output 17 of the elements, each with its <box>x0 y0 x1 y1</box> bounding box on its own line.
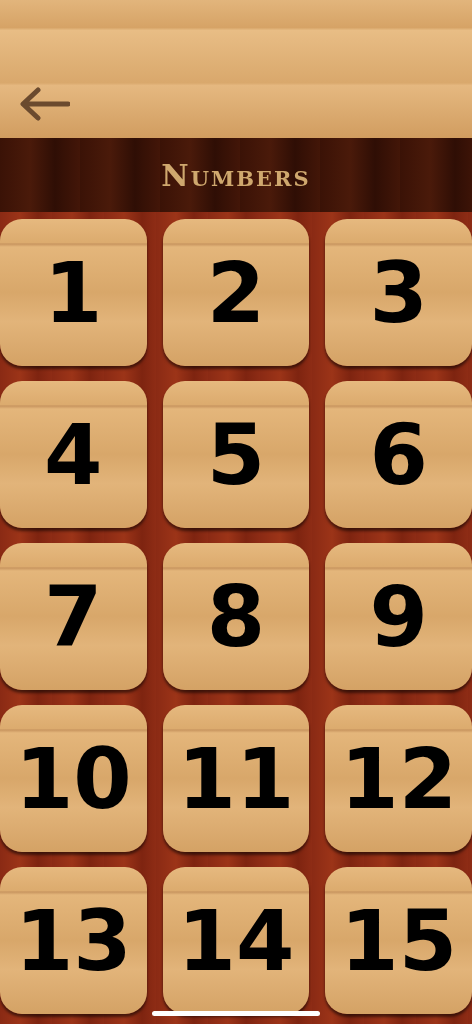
number-tile[interactable]: 4 <box>0 381 147 528</box>
number-tile[interactable]: 11 <box>162 705 310 852</box>
number-tile[interactable]: 14 <box>162 867 310 1014</box>
number-tile[interactable]: 1 <box>0 219 147 366</box>
number-tile[interactable]: 7 <box>0 543 147 690</box>
number-tile[interactable]: 5 <box>162 381 310 528</box>
page-title: Numbers <box>161 156 311 195</box>
number-tile[interactable]: 10 <box>0 705 147 852</box>
number-tile[interactable]: 3 <box>325 219 472 366</box>
number-tile[interactable]: 9 <box>325 543 472 690</box>
number-tile[interactable]: 15 <box>325 867 472 1014</box>
back-arrow-icon[interactable] <box>18 86 70 122</box>
number-tile[interactable]: 6 <box>325 381 472 528</box>
number-tile[interactable]: 8 <box>162 543 310 690</box>
number-tile[interactable]: 13 <box>0 867 147 1014</box>
number-tile[interactable]: 12 <box>325 705 472 852</box>
number-tile[interactable]: 2 <box>162 219 310 366</box>
